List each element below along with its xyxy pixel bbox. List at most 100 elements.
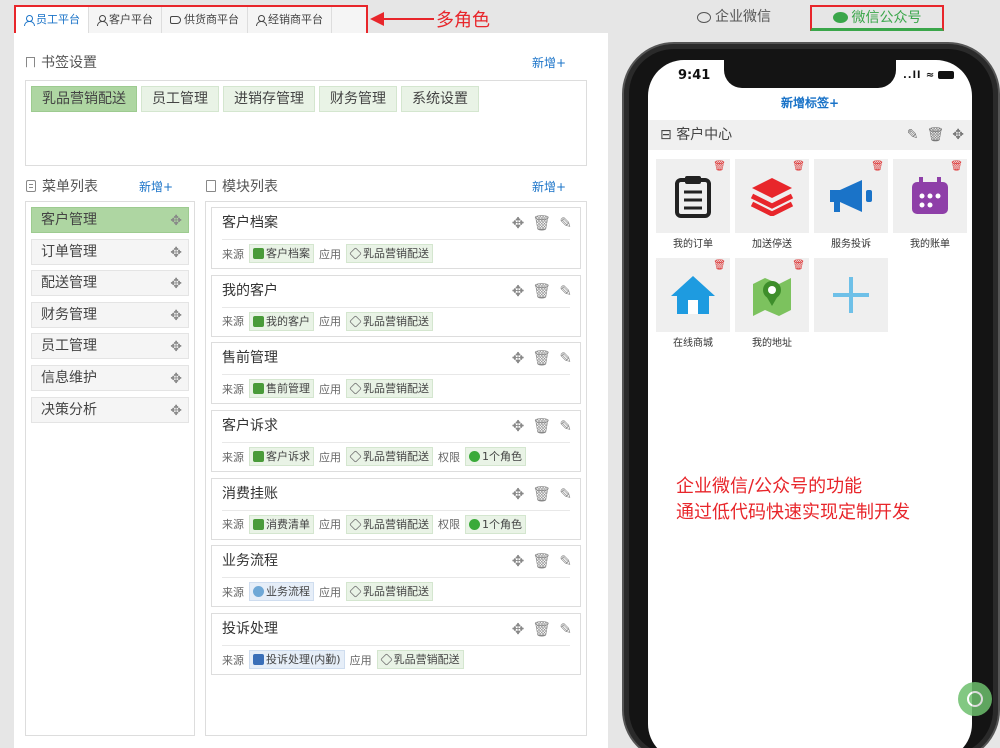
app-chip[interactable]: 乳品营销配送: [346, 514, 433, 534]
app-chip[interactable]: 乳品营销配送: [346, 244, 433, 263]
delete-icon[interactable]: 🗑: [713, 161, 726, 172]
permission-chip[interactable]: 1个角色: [465, 447, 526, 467]
bookmark-tag[interactable]: 员工管理: [141, 86, 219, 112]
trash-icon[interactable]: 🗑: [532, 417, 551, 435]
grid-item[interactable]: 🗑 我的地址: [735, 258, 809, 349]
add-tag-button[interactable]: 新增标签+: [648, 94, 972, 118]
grid-item[interactable]: 🗑 服务投诉: [814, 159, 888, 250]
move-icon[interactable]: ✥: [170, 367, 182, 391]
delete-icon[interactable]: 🗑: [792, 260, 805, 271]
move-icon[interactable]: ✥: [170, 209, 182, 233]
delete-icon[interactable]: 🗑: [792, 161, 805, 172]
source-chip[interactable]: 客户档案: [249, 244, 314, 263]
bookmark-icon: [26, 56, 35, 68]
bookmark-tag[interactable]: 乳品营销配送: [31, 86, 137, 112]
move-icon[interactable]: ✥: [512, 620, 525, 638]
grid-item[interactable]: 🗑 我的账单: [893, 159, 967, 250]
menu-item[interactable]: 订单管理 ✥: [31, 238, 189, 265]
grid-item[interactable]: 🗑 我的订单: [656, 159, 730, 250]
move-icon[interactable]: ✥: [512, 485, 525, 503]
tab-work-wechat[interactable]: 企业微信: [697, 5, 771, 29]
source-chip[interactable]: 客户诉求: [249, 447, 314, 467]
module-card[interactable]: 消费挂账 ✥ 🗑 ✎ 来源 消费清单 应用 乳品营销配送 权限 1个角色: [211, 477, 581, 540]
app-chip[interactable]: 乳品营销配送: [346, 379, 433, 399]
person-icon: [97, 15, 108, 26]
module-card[interactable]: 业务流程 ✥ 🗑 ✎ 来源 业务流程 应用 乳品营销配送: [211, 545, 581, 608]
tab-wechat-official[interactable]: 微信公众号: [810, 5, 944, 31]
annotation-multi-role: 多角色: [436, 10, 490, 31]
floating-action-icon[interactable]: [958, 682, 992, 716]
edit-icon[interactable]: ✎: [559, 485, 572, 503]
source-chip[interactable]: 消费清单: [249, 514, 314, 534]
add-bookmark-button[interactable]: 新增+: [532, 54, 566, 71]
edit-icon[interactable]: ✎: [559, 282, 572, 300]
module-section-title: 模块列表: [206, 176, 278, 196]
menu-item[interactable]: 员工管理 ✥: [31, 333, 189, 360]
app-chip[interactable]: 乳品营销配送: [346, 582, 433, 602]
app-chip[interactable]: 乳品营销配送: [346, 311, 433, 331]
module-card[interactable]: 投诉处理 ✥ 🗑 ✎ 来源 投诉处理(内勤) 应用 乳品营销配送: [211, 613, 581, 676]
app-chip[interactable]: 乳品营销配送: [346, 447, 433, 467]
add-menu-button[interactable]: 新增+: [139, 178, 173, 195]
tab-supplier-platform[interactable]: 供货商平台: [162, 7, 248, 33]
move-icon[interactable]: ✥: [952, 120, 964, 150]
edit-icon[interactable]: ✎: [559, 349, 572, 367]
module-card[interactable]: 我的客户 ✥ 🗑 ✎ 来源 我的客户 应用 乳品营销配送: [211, 274, 581, 337]
edit-icon[interactable]: ✎: [559, 214, 572, 232]
bookmark-tag[interactable]: 进销存管理: [223, 86, 315, 112]
source-chip[interactable]: 业务流程: [249, 582, 314, 602]
excel-icon: [253, 315, 264, 327]
source-chip[interactable]: 售前管理: [249, 379, 314, 399]
menu-item[interactable]: 财务管理 ✥: [31, 301, 189, 328]
plus-icon: [833, 277, 869, 313]
menu-item[interactable]: 客户管理 ✥: [31, 207, 189, 233]
trash-icon[interactable]: 🗑: [532, 349, 551, 367]
grid-add-item[interactable]: [814, 258, 888, 334]
move-icon[interactable]: ✥: [170, 304, 182, 328]
delete-icon[interactable]: 🗑: [871, 161, 884, 172]
menu-item[interactable]: 决策分析 ✥: [31, 396, 189, 423]
permission-chip[interactable]: 1个角色: [465, 514, 526, 534]
delete-icon[interactable]: 🗑: [713, 260, 726, 271]
add-module-button[interactable]: 新增+: [532, 178, 566, 195]
tab-customer-platform[interactable]: 客户平台: [89, 7, 162, 33]
move-icon[interactable]: ✥: [170, 241, 182, 265]
trash-icon[interactable]: 🗑: [532, 620, 551, 638]
move-icon[interactable]: ✥: [170, 272, 182, 296]
edit-icon[interactable]: ✎: [559, 552, 572, 570]
move-icon[interactable]: ✥: [512, 349, 525, 367]
app-chip[interactable]: 乳品营销配送: [376, 650, 464, 670]
divider: [222, 442, 570, 444]
tab-staff-platform[interactable]: 员工平台: [16, 7, 89, 33]
collapse-icon[interactable]: ⊟: [660, 127, 672, 143]
move-icon[interactable]: ✥: [512, 282, 525, 300]
delete-icon[interactable]: 🗑: [950, 161, 963, 172]
module-card[interactable]: 客户档案 ✥ 🗑 ✎ 来源 客户档案 应用 乳品营销配送: [211, 207, 581, 269]
menu-item[interactable]: 信息维护 ✥: [31, 364, 189, 391]
move-icon[interactable]: ✥: [512, 417, 525, 435]
move-icon[interactable]: ✥: [170, 399, 182, 423]
trash-icon[interactable]: 🗑: [926, 120, 944, 150]
trash-icon[interactable]: 🗑: [532, 485, 551, 503]
edit-icon[interactable]: ✎: [907, 120, 919, 150]
grid-item[interactable]: 🗑 加送停送: [735, 159, 809, 250]
move-icon[interactable]: ✥: [512, 214, 525, 232]
edit-icon[interactable]: ✎: [559, 620, 572, 638]
tab-dealer-platform[interactable]: 经销商平台: [248, 7, 332, 33]
trash-icon[interactable]: 🗑: [532, 214, 551, 232]
move-icon[interactable]: ✥: [512, 552, 525, 570]
menu-item[interactable]: 配送管理 ✥: [31, 270, 189, 297]
grid-item[interactable]: 🗑 在线商城: [656, 258, 730, 349]
move-icon[interactable]: ✥: [170, 335, 182, 359]
trash-icon[interactable]: 🗑: [532, 282, 551, 300]
bookmark-tag[interactable]: 财务管理: [319, 86, 397, 112]
module-meta: 来源 业务流程 应用 乳品营销配送: [222, 582, 580, 602]
module-meta: 来源 客户档案 应用 乳品营销配送: [222, 244, 580, 263]
source-chip[interactable]: 投诉处理(内勤): [249, 650, 345, 670]
edit-icon[interactable]: ✎: [559, 417, 572, 435]
module-card[interactable]: 售前管理 ✥ 🗑 ✎ 来源 售前管理 应用 乳品营销配送: [211, 342, 581, 405]
source-chip[interactable]: 我的客户: [249, 311, 314, 331]
trash-icon[interactable]: 🗑: [532, 552, 551, 570]
bookmark-tag[interactable]: 系统设置: [401, 86, 479, 112]
module-card[interactable]: 客户诉求 ✥ 🗑 ✎ 来源 客户诉求 应用 乳品营销配送 权限 1个角色: [211, 410, 581, 473]
